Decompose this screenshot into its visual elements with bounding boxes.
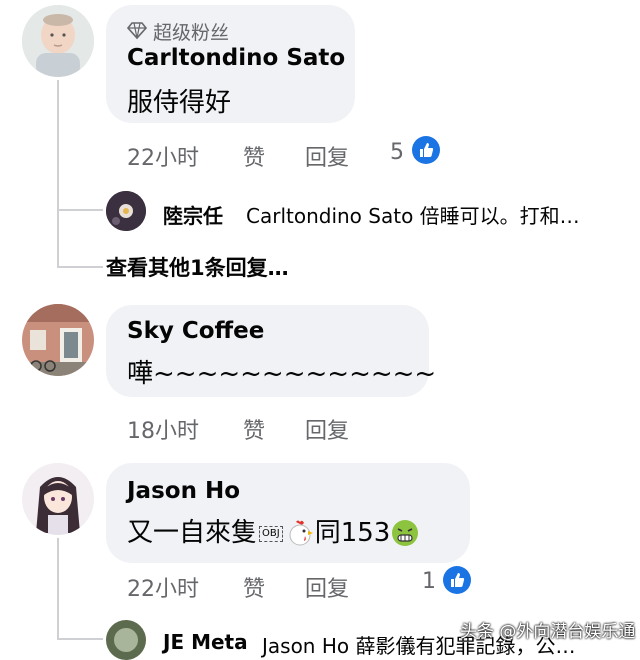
avatar[interactable] — [106, 620, 146, 660]
view-more-replies-link[interactable]: 查看其他1条回复… — [106, 252, 289, 282]
avatar[interactable] — [22, 304, 94, 376]
obj-placeholder-icon: OBJ — [259, 525, 283, 542]
rooster-emoji-icon — [285, 518, 315, 549]
comment-text: 嘩~~~~~~~~~~~~~ — [127, 359, 437, 389]
reply-button[interactable]: 回复 — [305, 571, 349, 603]
nauseated-face-icon — [390, 518, 420, 549]
like-button[interactable]: 赞 — [243, 571, 265, 603]
watermark: 头条 @外向潜台娱乐通 — [460, 622, 636, 642]
comment-author[interactable]: Sky Coffee — [127, 318, 264, 344]
comment-author[interactable]: Jason Ho — [127, 478, 240, 504]
thread-branch — [57, 266, 103, 268]
thread-line — [57, 80, 59, 268]
avatar[interactable] — [22, 5, 94, 77]
like-button[interactable]: 赞 — [243, 140, 265, 172]
reply-author[interactable]: 陸宗任 — [163, 200, 223, 229]
anime-avatar-icon — [22, 463, 94, 535]
like-button[interactable]: 赞 — [243, 413, 265, 445]
avatar[interactable] — [22, 463, 94, 535]
comment-time[interactable]: 18小时 — [127, 413, 199, 445]
comment-time[interactable]: 22小时 — [127, 140, 199, 172]
obj-label: OBJ — [262, 527, 280, 539]
reply-button[interactable]: 回复 — [305, 140, 349, 172]
reply-text[interactable]: Carltondino Sato 倍睡可以。打和… — [246, 200, 580, 229]
reaction-count[interactable]: 5 — [390, 140, 404, 165]
storefront-photo-icon — [22, 304, 94, 376]
thumbs-up-icon[interactable] — [412, 136, 440, 164]
comment-author[interactable]: Carltondino Sato — [127, 45, 345, 71]
thread-branch — [57, 209, 103, 211]
flower-photo-icon — [106, 191, 146, 231]
top-fan-badge: 超级粉丝 — [153, 22, 230, 44]
thread-line — [57, 538, 59, 640]
landscape-photo-icon — [106, 620, 146, 660]
baby-photo-icon — [22, 5, 94, 77]
reply-button[interactable]: 回复 — [305, 413, 349, 445]
comment-text-part: 同153 — [314, 518, 391, 548]
comment-text-part: 又一自來隻 — [127, 518, 258, 548]
reaction-count[interactable]: 1 — [422, 569, 436, 594]
comment-text: 又一自來隻 OBJ 同153 — [127, 512, 420, 549]
avatar[interactable] — [106, 191, 146, 231]
reply-author[interactable]: JE Meta — [163, 630, 248, 654]
comment-text: 服侍得好 — [127, 88, 232, 118]
thumbs-up-icon[interactable] — [443, 566, 471, 594]
comment-time[interactable]: 22小时 — [127, 571, 199, 603]
diamond-icon — [127, 22, 147, 40]
thread-branch — [57, 638, 103, 640]
